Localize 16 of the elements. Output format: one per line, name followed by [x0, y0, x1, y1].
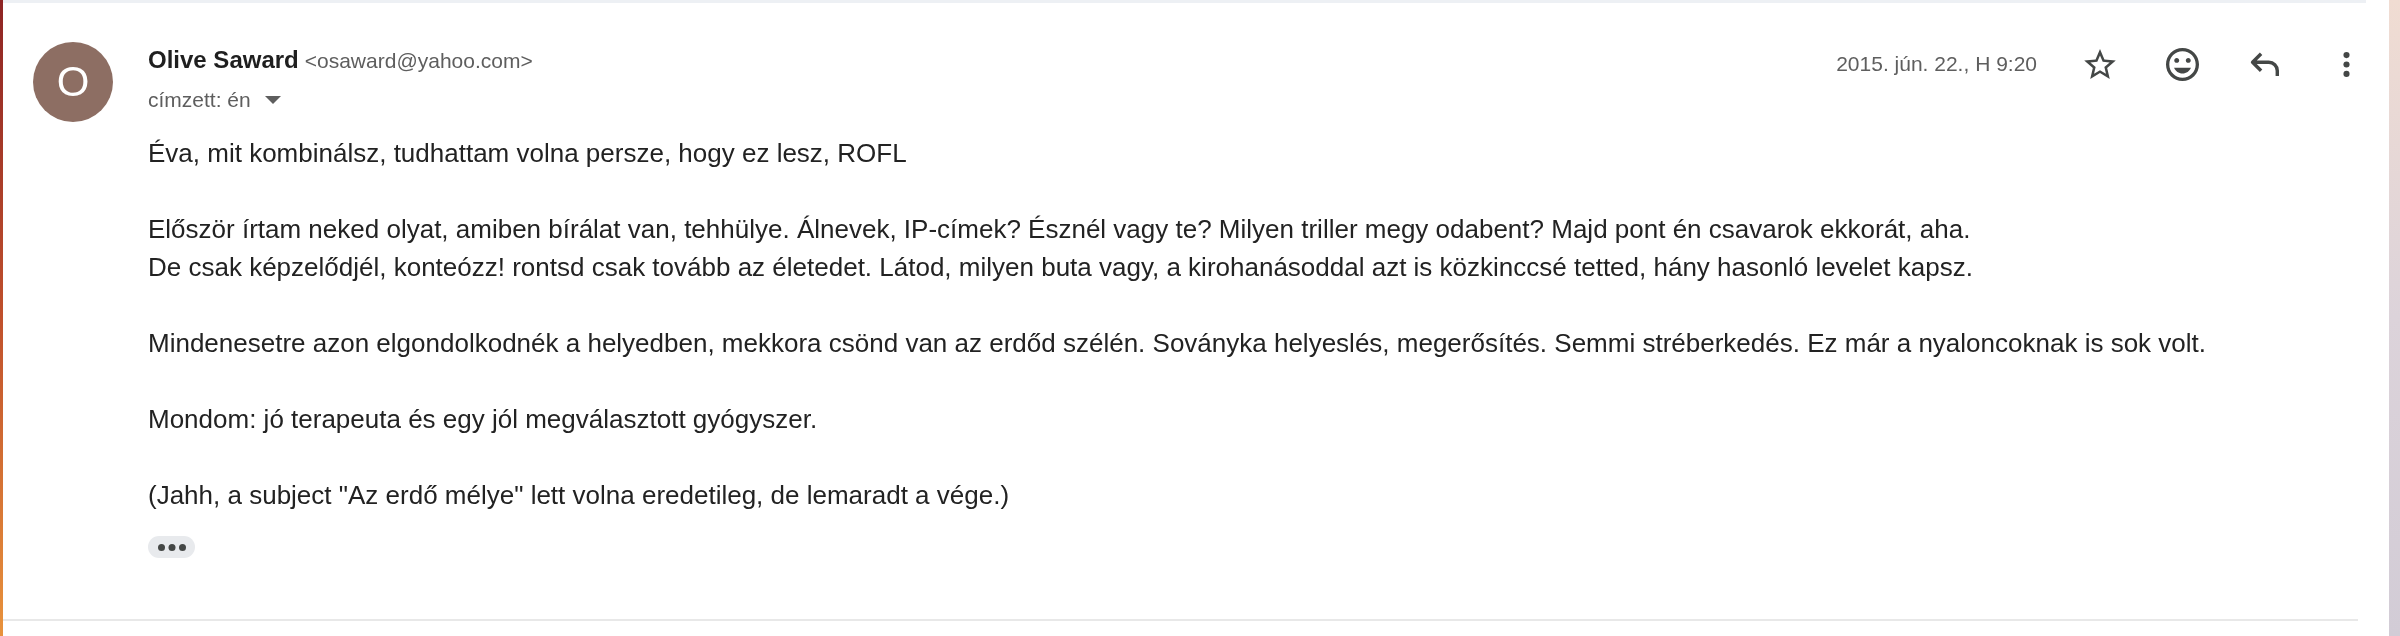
message-paragraph: (Jahh, a subject "Az erdő mélye" lett volna eredetileg, de lemaradt a vége.) — [148, 479, 1010, 512]
message-paragraph: Mondom: jó terapeuta és egy jól megválasztott gyógyszer. — [148, 403, 818, 436]
message-date: 2015. jún. 22., H 9:20 — [1836, 51, 2037, 77]
recipients-label: címzett: én — [148, 88, 251, 112]
caret-down-icon — [264, 96, 281, 104]
smiley-icon — [2165, 47, 2199, 81]
message-paragraph: Mindenesetre azon elgondolkodnék a helyedben, mekkora csönd van az erdőd szélén. Soványka helyeslés, megerősítés. Semmi stréberkedés. Ez már a nyaloncoknak is sok volt. — [148, 327, 2206, 360]
message-paragraph: Éva, mit kombinálsz, tudhattam volna persze, hogy ez lesz, ROFL — [148, 137, 907, 170]
ellipsis-icon — [157, 543, 186, 551]
sender-email: <osaward@yahoo.com> — [304, 48, 533, 74]
more-vertical-icon — [2342, 51, 2350, 77]
reply-icon — [2249, 52, 2279, 76]
show-trimmed-content-button[interactable] — [148, 536, 195, 558]
message-paragraph: Először írtam neked olyat, amiben bírálat van, tehhülye. Álnevek, IP-címek? Észnél vagy te? Milyen triller megy odabent? Majd pont én csavarok ekkorát, aha. De csak képzelődjél, konteózz! rontsd csak tovább az életedet. Látod, milyen buta vagy, a kirohanásoddal azt is közkinccsé tetted, hány hasonló levelet kapsz. — [148, 213, 1973, 284]
sender-name: Olive Saward — [148, 46, 299, 74]
sender-avatar: O — [33, 42, 113, 122]
